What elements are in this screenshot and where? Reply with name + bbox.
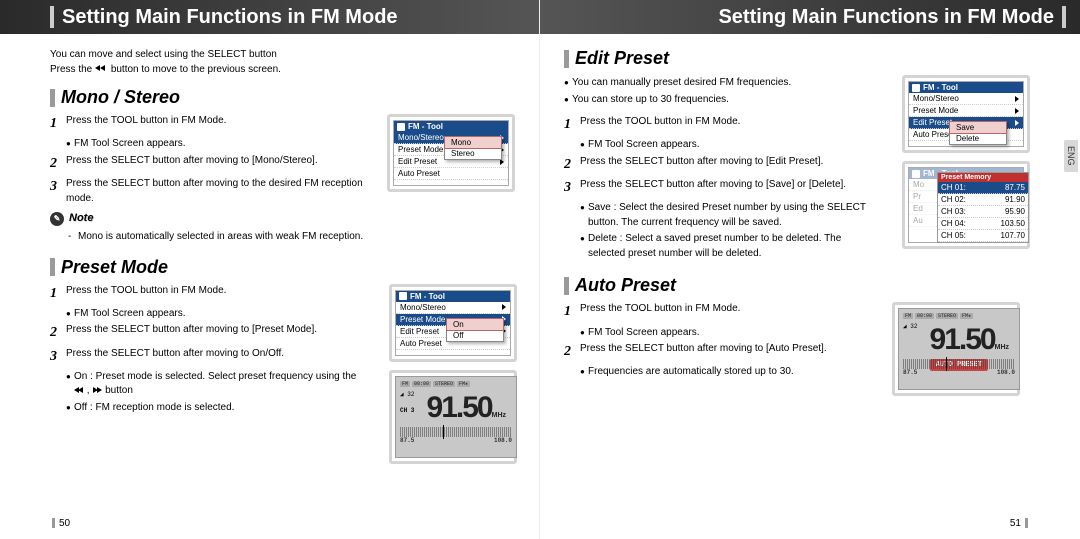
title-accent bbox=[1062, 6, 1066, 28]
preset-memory-popup: Preset Memory CH 01:87.75 CH 02:91.90 CH… bbox=[937, 172, 1029, 243]
section-edit-preset: Edit Preset ●You can manually preset des… bbox=[564, 48, 1030, 263]
page-number-left: 50 bbox=[52, 518, 70, 529]
page-title-left: Setting Main Functions in FM Mode bbox=[62, 6, 398, 29]
rewind-icon bbox=[95, 65, 108, 72]
page-title-right: Setting Main Functions in FM Mode bbox=[718, 6, 1054, 29]
heading-preset-mode: Preset Mode bbox=[61, 257, 168, 278]
heading-edit-preset: Edit Preset bbox=[575, 48, 669, 69]
next-track-icon bbox=[92, 387, 102, 394]
figure-preset-mode: FM - Tool Mono/Stereo Preset Mode Edit P… bbox=[387, 284, 517, 464]
tool-icon bbox=[397, 123, 405, 131]
section-preset-mode: Preset Mode 1Press the TOOL button in FM… bbox=[50, 257, 517, 464]
title-bar-left: Setting Main Functions in FM Mode bbox=[0, 0, 539, 34]
figure-mono-stereo: FM - Tool Mono/Stereo Preset Mode Edit P… bbox=[387, 114, 517, 245]
title-bar-right: Setting Main Functions in FM Mode bbox=[540, 0, 1080, 34]
note-icon: ✎ bbox=[50, 212, 64, 226]
prev-track-icon bbox=[74, 387, 84, 394]
intro-text: You can move and select using the SELECT… bbox=[50, 48, 517, 77]
radio-display: FM00:00STEREOFM★ ◢ 32 CH 3 91.50MHz 87.5… bbox=[395, 376, 517, 458]
page-number-right: 51 bbox=[1010, 518, 1028, 529]
heading-auto-preset: Auto Preset bbox=[575, 275, 676, 296]
section-mono-stereo: Mono / Stereo 1Press the TOOL button in … bbox=[50, 87, 517, 245]
heading-mono-stereo: Mono / Stereo bbox=[61, 87, 180, 108]
tool-icon bbox=[399, 292, 407, 300]
section-auto-preset: Auto Preset 1Press the TOOL button in FM… bbox=[564, 275, 1030, 396]
title-accent bbox=[50, 6, 54, 28]
language-tab: ENG bbox=[1064, 140, 1078, 172]
figure-edit-preset: FM - Tool Mono/Stereo Preset Mode Edit P… bbox=[892, 75, 1030, 263]
tool-icon bbox=[912, 84, 920, 92]
figure-auto-preset: FM00:00STEREOFM★ ◢ 32 91.50MHz AUTO PRES… bbox=[892, 302, 1030, 396]
